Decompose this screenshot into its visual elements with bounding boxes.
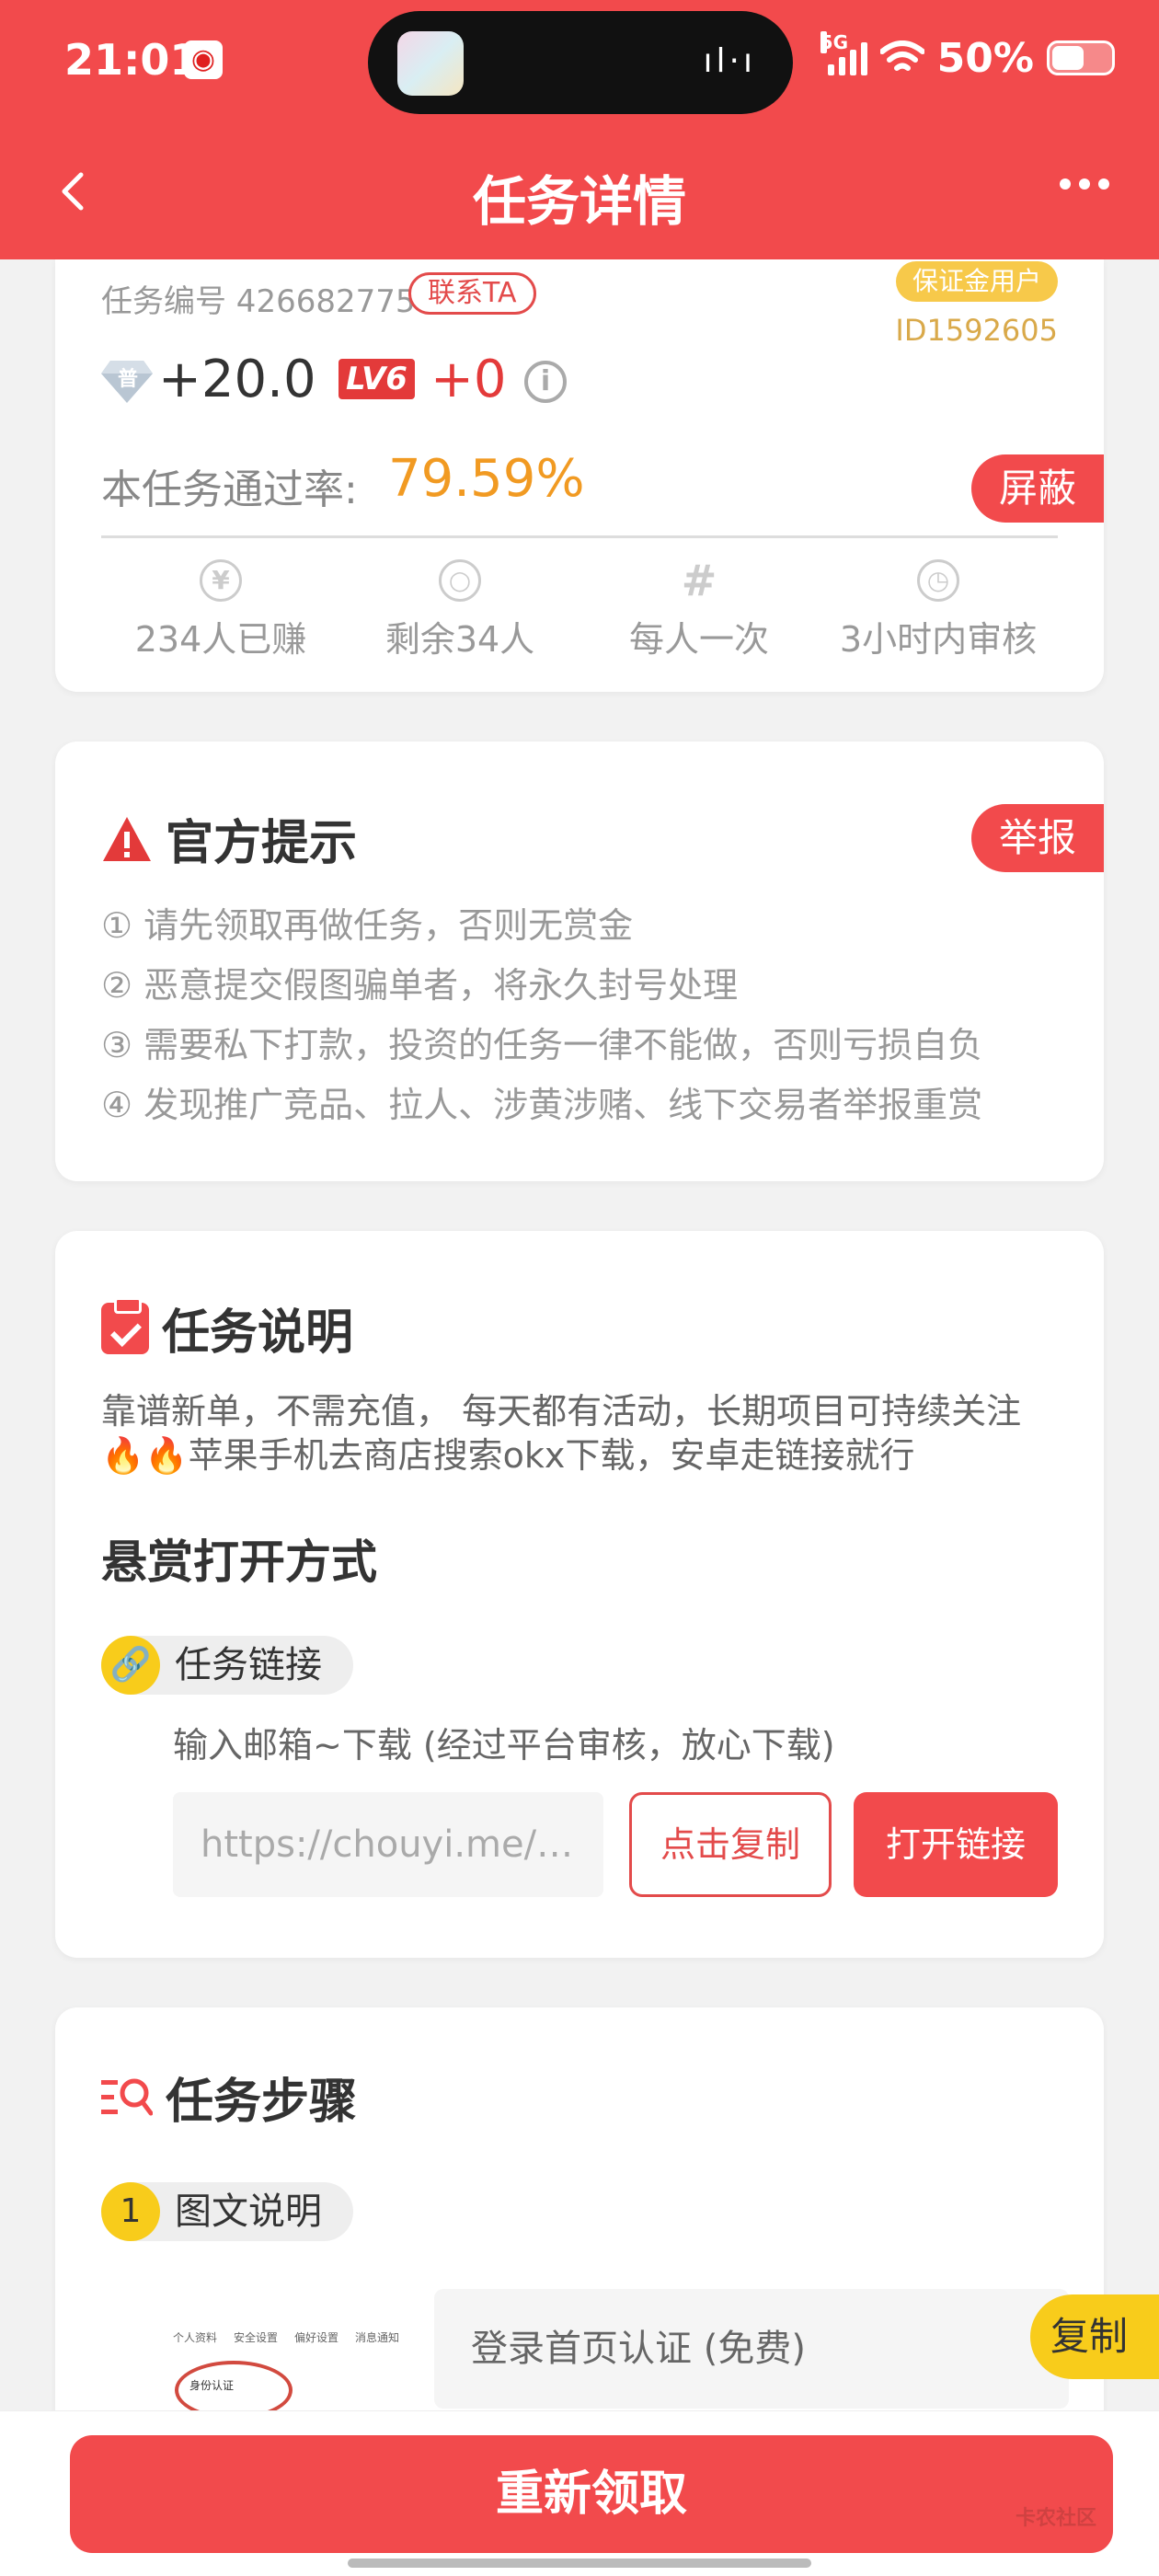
home-indicator[interactable]	[348, 2559, 811, 2568]
warning-icon	[103, 816, 151, 861]
thumb-tab: 偏好设置	[294, 2331, 339, 2344]
pass-rate-label: 本任务通过率:	[101, 466, 358, 513]
status-time: 21:01	[64, 35, 200, 85]
battery-percent: 50%	[936, 34, 1034, 82]
dynamic-island[interactable]: ıl·ı	[368, 11, 793, 114]
level-badge: LV6	[339, 359, 415, 399]
wifi-icon	[879, 40, 924, 71]
report-button[interactable]: 举报	[970, 804, 1104, 872]
stat-label: 3小时内审核	[839, 619, 1038, 660]
gem-label: 普	[118, 368, 139, 391]
audio-wave-icon: ıl·ı	[703, 42, 756, 80]
signal-icon: 5G	[820, 31, 867, 75]
pass-rate-value: 79.59%	[388, 449, 585, 509]
hash-icon: #	[681, 556, 717, 605]
steps-title: 任务步骤	[101, 2063, 357, 2132]
description-title: 任务说明	[101, 1294, 353, 1363]
task-stats: ¥ 234人已赚 ○ 剩余34人 # 每人一次 ◷ 3小时内审核	[101, 559, 1058, 661]
divider	[101, 535, 1058, 538]
description-line: 🔥🔥苹果手机去商店搜索okx下载，安卓走链接就行	[101, 1435, 915, 1476]
steps-title-text: 任务步骤	[166, 2075, 358, 2130]
notice-title-text: 官方提示	[166, 816, 358, 871]
notice-list: ① 请先领取再做任务，否则无赏金 ② 恶意提交假图骗单者，将永久封号处理 ③ 需…	[101, 896, 982, 1135]
list-item: ② 恶意提交假图骗单者，将永久封号处理	[101, 965, 739, 1006]
copy-step-button[interactable]: 复制	[1030, 2294, 1159, 2379]
notice-title: 官方提示	[101, 804, 357, 873]
header: 21:01 ◉ ıl·ı 5G 50% 任务详情	[0, 0, 1159, 259]
network-type: 5G	[820, 31, 849, 53]
clipboard-icon	[101, 1296, 149, 1354]
task-url-field[interactable]: https://chouyi.me/j…	[173, 1792, 603, 1897]
thumb-tab: 消息通知	[355, 2331, 400, 2344]
list-item: ③ 需要私下打款，投资的任务一律不能做，否则亏损自负	[101, 1025, 983, 1065]
stat-label: 剩余34人	[384, 619, 535, 660]
open-link-button[interactable]: 打开链接	[854, 1792, 1058, 1897]
task-summary-card: 任务编号 426682775 联系TA 保证金用户 ID1592605 普 +2…	[55, 259, 1104, 692]
description-text: 靠谱新单，不需充值， 每天都有活动，长期项目可持续关注 🔥🔥苹果手机去商店搜索o…	[101, 1389, 1058, 1478]
thumb-tabs: 个人资料 安全设置 偏好设置 消息通知	[173, 2329, 412, 2345]
task-link-chip: 🔗 任务链接	[101, 1636, 353, 1695]
link-hint: 输入邮箱~下载 (经过平台审核，放心下载)	[173, 1725, 835, 1765]
task-link-label: 任务链接	[175, 1644, 322, 1686]
stat-earned: ¥ 234人已赚	[101, 559, 340, 661]
thumb-text: 身份认证	[189, 2379, 235, 2392]
stat-remaining: ○ 剩余34人	[340, 559, 580, 661]
clock-icon: ◷	[917, 559, 959, 602]
thumb-tab: 个人资料	[173, 2331, 218, 2344]
bottom-bar: 重新领取 卡农社区	[0, 2410, 1159, 2576]
open-method-title: 悬赏打开方式	[101, 1535, 377, 1589]
description-title-text: 任务说明	[162, 1305, 354, 1361]
copy-link-button[interactable]: 点击复制	[629, 1792, 832, 1897]
yuan-icon: ¥	[200, 559, 242, 602]
info-icon[interactable]: i	[524, 361, 567, 403]
stat-review-time: ◷ 3小时内审核	[819, 559, 1058, 661]
thumb-tab: 安全设置	[234, 2331, 279, 2344]
person-icon: ○	[439, 559, 481, 602]
step-number: 1	[101, 2182, 160, 2241]
step-text: 登录首页认证 (免费)	[434, 2289, 1069, 2409]
reward-amount: +20.0	[158, 350, 316, 409]
status-indicators: 5G 50%	[820, 31, 1115, 82]
watermark: 卡农社区	[1015, 2507, 1096, 2530]
task-description-card: 任务说明 靠谱新单，不需充值， 每天都有活动，长期项目可持续关注 🔥🔥苹果手机去…	[55, 1231, 1104, 1958]
link-icon: 🔗	[101, 1636, 160, 1695]
reclaim-button[interactable]: 重新领取	[70, 2435, 1113, 2553]
battery-icon	[1047, 40, 1115, 75]
block-button[interactable]: 屏蔽	[970, 454, 1104, 523]
level-bonus: +0	[430, 350, 507, 409]
album-art-icon	[397, 31, 464, 96]
stat-limit: # 每人一次	[580, 559, 819, 661]
deposit-badge: 保证金用户	[895, 261, 1058, 302]
user-id: ID1592605	[895, 313, 1058, 348]
steps-search-icon	[101, 2078, 153, 2115]
official-notice-card: 官方提示 举报 ① 请先领取再做任务，否则无赏金 ② 恶意提交假图骗单者，将永久…	[55, 742, 1104, 1181]
step-chip: 1 图文说明	[101, 2182, 353, 2241]
step-label: 图文说明	[175, 2191, 322, 2233]
task-id: 任务编号 426682775	[101, 283, 416, 320]
page-title: 任务详情	[472, 170, 686, 233]
more-icon[interactable]	[1060, 178, 1109, 190]
netease-music-icon: ◉	[184, 40, 223, 79]
stat-label: 每人一次	[628, 619, 769, 660]
stat-label: 234人已赚	[134, 619, 307, 660]
list-item: ④ 发现推广竞品、拉人、涉黄涉赌、线下交易者举报重赏	[101, 1085, 983, 1125]
description-line: 靠谱新单，不需充值， 每天都有活动，长期项目可持续关注	[101, 1391, 1022, 1432]
list-item: ① 请先领取再做任务，否则无赏金	[101, 905, 634, 946]
contact-button[interactable]: 联系TA	[408, 272, 536, 315]
